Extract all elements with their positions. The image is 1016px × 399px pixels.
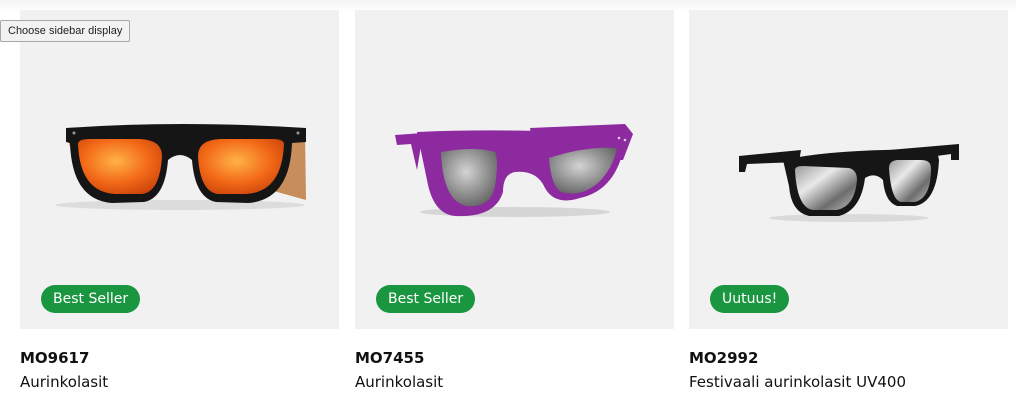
sidebar-display-tooltip: Choose sidebar display: [0, 20, 131, 42]
product-card[interactable]: Best Seller MO9617 Aurinkolasit: [20, 10, 339, 391]
product-code: MO2992: [689, 349, 759, 367]
product-image[interactable]: Best Seller: [20, 10, 339, 329]
product-image[interactable]: Uutuus!: [689, 10, 1008, 329]
product-name[interactable]: Aurinkolasit: [20, 373, 108, 391]
best-seller-badge: Best Seller: [41, 285, 141, 313]
best-seller-badge: Best Seller: [376, 285, 476, 313]
sunglasses-purple-image: [395, 124, 633, 217]
sunglasses-orange-image: [55, 124, 306, 210]
product-code: MO9617: [20, 349, 90, 367]
new-badge: Uutuus!: [710, 285, 790, 313]
product-name[interactable]: Aurinkolasit: [355, 373, 443, 391]
product-grid: Best Seller MO9617 Aurinkolasit Best Sel…: [0, 0, 1016, 399]
product-name[interactable]: Festivaali aurinkolasit UV400: [689, 373, 906, 391]
product-card[interactable]: Uutuus! MO2992 Festivaali aurinkolasit U…: [689, 10, 1008, 391]
sunglasses-black-image: [739, 144, 959, 222]
product-image[interactable]: Best Seller: [355, 10, 674, 329]
product-card[interactable]: Best Seller MO7455 Aurinkolasit: [355, 10, 674, 391]
product-code: MO7455: [355, 349, 425, 367]
